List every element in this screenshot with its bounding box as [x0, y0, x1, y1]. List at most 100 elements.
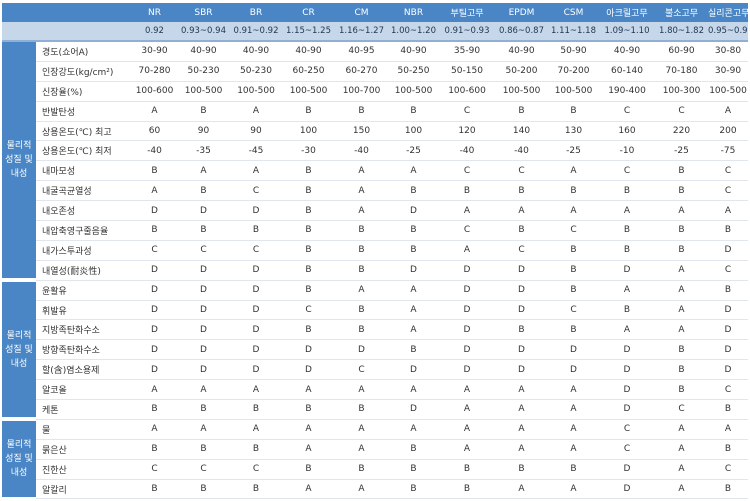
property-name: 케톤: [36, 399, 132, 420]
value-cell: -40: [439, 140, 495, 162]
value-cell: B: [599, 300, 655, 321]
value-cell: B: [335, 399, 388, 420]
value-cell: 30-90: [132, 41, 177, 62]
value-cell: B: [282, 200, 335, 222]
value-cell: A: [495, 399, 548, 420]
value-cell: A: [548, 419, 599, 440]
value-cell: A: [548, 200, 599, 222]
value-cell: B: [132, 479, 177, 500]
value-cell: A: [655, 319, 708, 341]
value-cell: C: [230, 459, 282, 480]
property-name: 내가스투과성: [36, 240, 132, 261]
property-name: 경도(쇼어A): [36, 41, 132, 62]
value-cell: B: [335, 220, 388, 241]
value-cell: C: [439, 101, 495, 122]
value-cell: 60-90: [655, 41, 708, 62]
value-cell: 60: [132, 121, 177, 142]
value-cell: D: [132, 339, 177, 361]
value-cell: 90: [230, 121, 282, 142]
property-name: 내오존성: [36, 200, 132, 222]
value-cell: 100-500: [388, 81, 439, 102]
value-cell: B: [495, 459, 548, 480]
value-cell: A: [495, 439, 548, 460]
value-cell: 90: [177, 121, 230, 142]
value-cell: B: [335, 260, 388, 281]
value-cell: C: [599, 439, 655, 460]
value-cell: B: [335, 101, 388, 122]
value-cell: A: [655, 300, 708, 321]
value-cell: D: [230, 300, 282, 321]
property-name: 반발탄성: [36, 101, 132, 122]
value-cell: -10: [599, 140, 655, 162]
table-row: 내마모성 B A A B A A C C A C B C: [2, 160, 748, 182]
value-cell: A: [132, 180, 177, 202]
value-cell: D: [132, 359, 177, 381]
value-cell: A: [132, 379, 177, 401]
table-row: 인장강도(kg/cm²) 70-280 50-230 50-230 60-250 60-2…: [2, 61, 748, 82]
column-header: BR: [230, 3, 282, 22]
table-row: 물리적 성질 및 내성 물 A A A A A A A A A C A A: [2, 419, 748, 501]
value-cell: C: [282, 300, 335, 321]
value-cell: B: [548, 240, 599, 261]
value-cell: 100-700: [335, 81, 388, 102]
value-cell: A: [335, 419, 388, 440]
value-cell: D: [132, 319, 177, 341]
value-cell: D: [708, 339, 748, 361]
value-cell: D: [177, 280, 230, 301]
value-cell: 60-270: [335, 61, 388, 82]
table-row: 반발탄성 A B A B B B C B B C C A: [2, 101, 748, 122]
value-cell: A: [230, 419, 282, 440]
value-cell: D: [388, 359, 439, 381]
value-cell: A: [655, 479, 708, 500]
property-name: 내마모성: [36, 160, 132, 182]
value-cell: C: [548, 220, 599, 241]
value-cell: D: [548, 339, 599, 361]
property-name: 내열성(耐炎性): [36, 260, 132, 281]
value-cell: A: [495, 419, 548, 440]
value-cell: 40-95: [335, 41, 388, 62]
table-body: 0.92 0.93~0.94 0.91~0.92 1.15~1.25 1.16~1.27…: [2, 22, 748, 501]
value-cell: B: [132, 399, 177, 420]
value-cell: A: [177, 379, 230, 401]
value-cell: 70-180: [655, 61, 708, 82]
property-name: 상용온도(℃) 최저: [36, 140, 132, 162]
property-name: 알코올: [36, 379, 132, 401]
value-cell: D: [177, 339, 230, 361]
value-cell: C: [335, 359, 388, 381]
value-cell: D: [599, 479, 655, 500]
table-row: 상용온도(℃) 최저 -40 -35 -45 -30 -40 -25 -40 -40 -25 -10…: [2, 140, 748, 162]
value-cell: D: [230, 339, 282, 361]
value-cell: C: [708, 459, 748, 480]
value-cell: A: [282, 479, 335, 500]
value-cell: A: [388, 160, 439, 182]
value-cell: C: [655, 101, 708, 122]
table-row: 진한산 C C C B B B B B B D A C: [2, 459, 748, 480]
value-cell: 40-90: [230, 41, 282, 62]
value-cell: B: [335, 319, 388, 341]
value-cell: D: [335, 339, 388, 361]
value-cell: D: [177, 260, 230, 281]
value-cell: C: [177, 459, 230, 480]
table-row: 휘발유 D D D C B A D D C B A D: [2, 300, 748, 321]
value-cell: 50-250: [388, 61, 439, 82]
value-cell: 160: [599, 121, 655, 142]
value-cell: A: [282, 439, 335, 460]
value-cell: D: [708, 359, 748, 381]
value-cell: A: [439, 439, 495, 460]
property-name: 휘발유: [36, 300, 132, 321]
value-cell: D: [132, 280, 177, 301]
value-cell: -25: [388, 140, 439, 162]
value-cell: A: [335, 200, 388, 222]
value-cell: B: [282, 160, 335, 182]
property-name: 물: [36, 419, 132, 440]
value-cell: 30-90: [708, 61, 748, 82]
value-cell: B: [177, 220, 230, 241]
value-cell: 120: [439, 121, 495, 142]
value-cell: B: [282, 399, 335, 420]
value-cell: B: [655, 180, 708, 202]
value-cell: D: [177, 300, 230, 321]
rubber-properties-page: NR SBR BR CR CM NBR 부틸고무 EPDM CSM 아크릴고무 불소고무 실리콘고무 …: [0, 0, 750, 501]
value-cell: D: [599, 359, 655, 381]
specific-gravity-blank: [2, 22, 132, 42]
value-cell: 100-600: [132, 81, 177, 102]
